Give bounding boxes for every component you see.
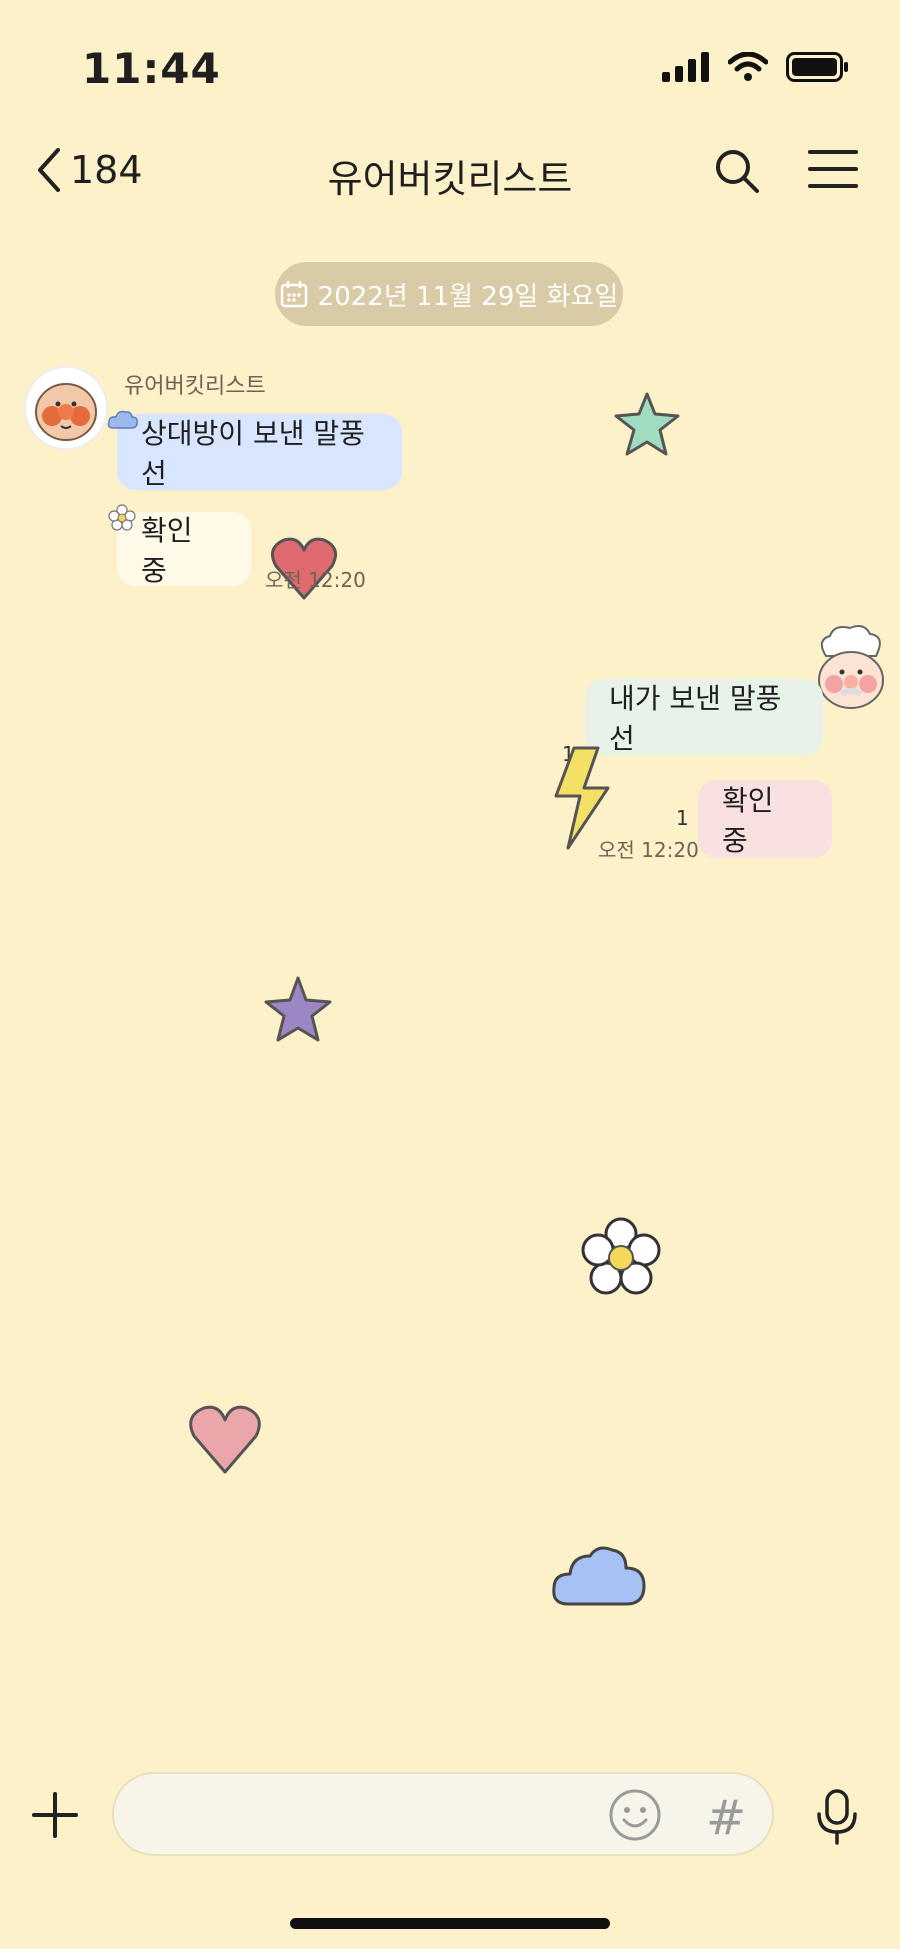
cloud-icon	[107, 410, 138, 429]
star-green-icon	[614, 392, 680, 456]
signal-icon	[662, 52, 709, 82]
message-input[interactable]	[112, 1772, 774, 1856]
message-text: 상대방이 보낸 말풍선	[141, 417, 365, 490]
menu-icon[interactable]	[808, 148, 858, 190]
star-purple-icon	[264, 976, 332, 1042]
outgoing-bubble[interactable]: 내가 보낸 말풍선	[585, 679, 823, 755]
message-timestamp: 오전 12:20	[265, 568, 366, 592]
search-icon[interactable]	[714, 148, 760, 194]
sender-name: 유어버킷리스트	[124, 374, 266, 399]
unread-count: 1	[676, 806, 689, 830]
battery-icon	[786, 52, 848, 82]
message-timestamp: 오전 12:20	[598, 838, 699, 862]
flower-small-icon	[108, 504, 136, 531]
hashtag-button[interactable]: #	[706, 1790, 746, 1846]
status-icons	[662, 52, 850, 82]
chevron-left-icon	[38, 148, 60, 192]
plus-icon[interactable]	[30, 1790, 80, 1840]
back-button[interactable]: 184	[36, 148, 143, 192]
back-count: 184	[70, 148, 143, 192]
avatar[interactable]	[24, 366, 108, 450]
chef-avatar-icon[interactable]	[812, 622, 890, 714]
heart-pink-icon	[189, 1405, 261, 1474]
message-text: 내가 보낸 말풍선	[609, 682, 782, 755]
date-chip: 2022년 11월 29일 화요일	[275, 262, 623, 326]
date-label: 2022년 11월 29일 화요일	[317, 281, 619, 312]
calendar-icon	[280, 281, 307, 308]
status-time: 11:44	[82, 44, 221, 93]
bread-face-avatar-icon	[35, 383, 97, 441]
home-indicator[interactable]	[290, 1918, 610, 1929]
outgoing-bubble[interactable]: 확인 중	[698, 780, 832, 858]
cloud-blue-icon	[552, 1546, 646, 1606]
message-text: 확인 중	[722, 784, 774, 857]
flower-white-icon	[581, 1217, 661, 1295]
incoming-bubble[interactable]: 확인 중	[117, 512, 251, 587]
message-text: 확인 중	[141, 514, 193, 587]
incoming-bubble[interactable]: 상대방이 보낸 말풍선	[117, 414, 402, 490]
emoji-icon[interactable]	[608, 1788, 662, 1842]
wifi-icon	[728, 52, 768, 81]
microphone-icon[interactable]	[812, 1788, 862, 1846]
